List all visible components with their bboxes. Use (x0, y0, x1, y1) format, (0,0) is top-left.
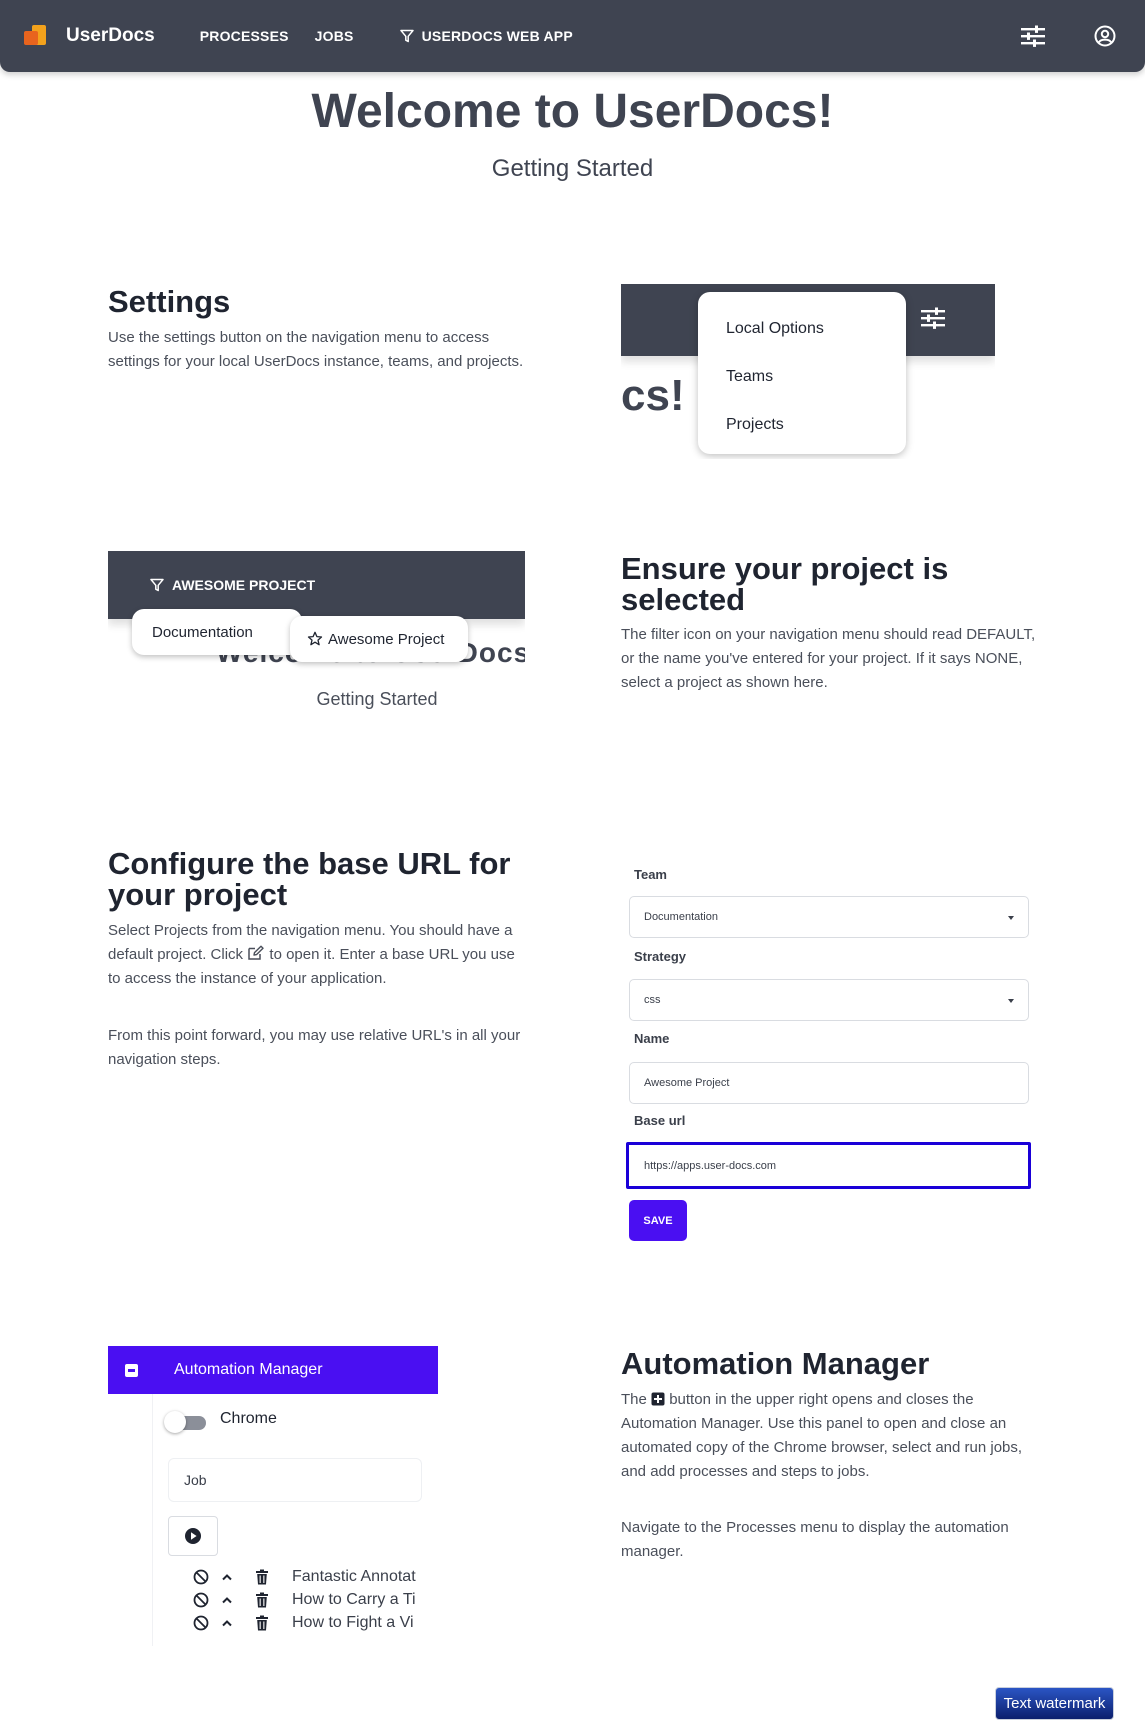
menu-item-projects: Projects (726, 416, 784, 433)
page-subtitle: Getting Started (491, 155, 654, 182)
name-input[interactable]: Awesome Project (629, 1062, 1029, 1104)
ban-icon[interactable] (192, 1614, 210, 1632)
chrome-label: Chrome (220, 1410, 277, 1427)
job-row: How to Fight a Vi (192, 1612, 438, 1634)
automation-body-before: The (621, 1391, 647, 1408)
illustration-project-label: AWESOME PROJECT (172, 577, 316, 593)
run-job-button[interactable] (168, 1516, 218, 1556)
base-url-input[interactable]: https://apps.user-docs.com (626, 1142, 1031, 1189)
panel-divider (152, 1394, 153, 1646)
edit-icon (248, 945, 264, 960)
base-url-label: Base url (634, 1113, 686, 1128)
base-url-title: Configure the base URL for your project (108, 848, 510, 910)
job-row-label[interactable]: How to Fight a Vi (292, 1614, 416, 1632)
ban-icon[interactable] (192, 1591, 210, 1609)
menu-item-local-options: Local Options (726, 320, 824, 337)
strategy-select-value: css (644, 994, 661, 1006)
trash-icon[interactable] (254, 1615, 270, 1631)
plus-square-icon (651, 1392, 665, 1406)
project-illustration: AWESOME PROJECT Welcome to UserDocs Gett… (108, 551, 525, 721)
project-title: Ensure your project is selected (621, 553, 948, 615)
brand[interactable]: UserDocs (24, 25, 155, 47)
nav-processes[interactable]: PROCESSES (200, 28, 289, 44)
automation-body2: Navigate to the Processes menu to displa… (621, 1519, 1009, 1560)
play-icon (185, 1528, 201, 1544)
filter-icon (150, 578, 164, 592)
navbar: UserDocs PROCESSES JOBS USERDOCS WEB APP (0, 0, 1145, 72)
base-url-body2: From this point forward, you may use rel… (108, 1027, 521, 1068)
automation-manager-header[interactable]: Automation Manager (108, 1346, 438, 1394)
job-row-label[interactable]: Fantastic Annotat (292, 1568, 416, 1586)
strategy-select[interactable]: css (629, 979, 1029, 1021)
name-input-value: Awesome Project (644, 1077, 730, 1089)
settings-body: Use the settings button on the navigatio… (108, 329, 524, 370)
chevron-down-icon (1008, 999, 1014, 1003)
name-label: Name (634, 1031, 670, 1046)
automation-body: The button in the upper right opens and … (621, 1388, 1041, 1484)
team-select[interactable]: Documentation (629, 896, 1029, 938)
settings-illustration: cs! Local Options Teams Projects (621, 284, 995, 459)
trash-icon[interactable] (254, 1569, 270, 1585)
project-body: The filter icon on your navigation menu … (621, 626, 1036, 691)
project-option-pill: Awesome Project (290, 616, 468, 662)
chevron-up-icon[interactable] (220, 1619, 234, 1627)
project-title-line1: Ensure your project is (621, 551, 949, 586)
team-option-pill: Documentation (132, 609, 302, 655)
job-row: Fantastic Annotat (192, 1566, 438, 1588)
project-title-line2: selected (621, 582, 746, 617)
account-icon[interactable] (1087, 18, 1123, 54)
ban-icon[interactable] (192, 1568, 210, 1586)
collapse-icon[interactable] (125, 1363, 138, 1377)
base-url-title-line1: Configure the base URL for (108, 846, 511, 881)
chevron-up-icon[interactable] (220, 1573, 234, 1581)
nav-jobs[interactable]: JOBS (315, 28, 354, 44)
settings-menu: Local Options Teams Projects (698, 292, 906, 454)
illustration-partial-title: cs! (621, 371, 685, 420)
base-url-body: Select Projects from the navigation menu… (108, 919, 528, 991)
base-url-title-line2: your project (108, 877, 288, 912)
base-url-input-value: https://apps.user-docs.com (644, 1159, 777, 1172)
automation-manager-panel: Automation Manager Chrome Job Fantastic … (108, 1346, 438, 1646)
team-select-value: Documentation (644, 911, 718, 923)
nav-project-selector[interactable]: USERDOCS WEB APP (399, 28, 573, 44)
save-button[interactable]: SAVE (629, 1200, 687, 1241)
job-select[interactable]: Job (168, 1458, 422, 1502)
illustration-project-selector: AWESOME PROJECT (150, 577, 315, 593)
star-icon (307, 631, 323, 646)
job-row: How to Carry a Ti (192, 1589, 438, 1611)
chevron-up-icon[interactable] (220, 1596, 234, 1604)
brand-name: UserDocs (66, 25, 155, 46)
watermark: Text watermark (995, 1687, 1114, 1720)
settings-icon[interactable] (1015, 18, 1051, 54)
settings-title: Settings (108, 284, 231, 319)
job-select-label: Job (184, 1472, 207, 1488)
illustration-subtitle: Getting Started (316, 689, 438, 709)
strategy-label: Strategy (634, 949, 687, 964)
automation-manager-header-label: Automation Manager (174, 1361, 323, 1378)
settings-icon (920, 306, 946, 335)
automation-body-after: button in the upper right opens and clos… (621, 1391, 1023, 1480)
team-label: Team (634, 867, 667, 882)
page-title: Welcome to UserDocs! (311, 85, 834, 138)
nav-project-label: USERDOCS WEB APP (421, 28, 573, 44)
job-row-label[interactable]: How to Carry a Ti (292, 1591, 416, 1609)
automation-title: Automation Manager (621, 1346, 930, 1381)
menu-item-teams: Teams (726, 368, 774, 385)
chrome-toggle[interactable] (164, 1411, 206, 1433)
filter-icon (399, 29, 414, 43)
chevron-down-icon (1008, 916, 1014, 920)
userdocs-logo-icon (24, 25, 48, 47)
project-option-label: Awesome Project (328, 630, 445, 648)
trash-icon[interactable] (254, 1592, 270, 1608)
